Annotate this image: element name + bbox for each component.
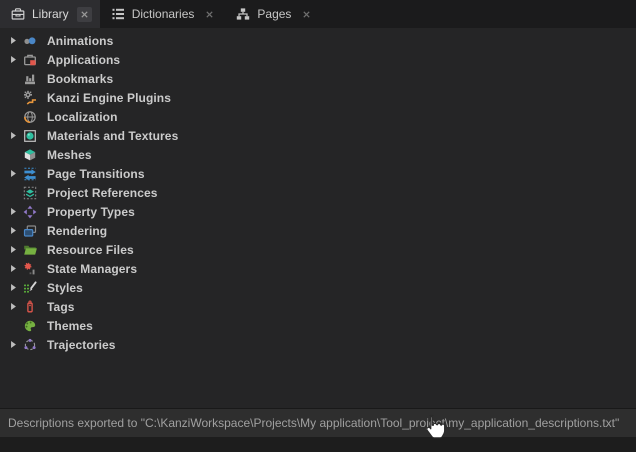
tree-item-label: Resource Files xyxy=(47,243,134,257)
tab-bar: Library Dictionaries xyxy=(0,0,636,28)
expand-arrow-icon[interactable] xyxy=(6,338,20,352)
tree-item-trajectories[interactable]: Trajectories xyxy=(0,335,636,354)
expand-arrow-icon[interactable] xyxy=(6,167,20,181)
trajectories-icon xyxy=(22,337,38,353)
state-managers-icon xyxy=(22,261,38,277)
tree-item-label: Property Types xyxy=(47,205,135,219)
localization-icon xyxy=(22,109,38,125)
tree-item-kanzi-engine-plugins[interactable]: Kanzi Engine Plugins xyxy=(0,88,636,107)
tree-item-label: State Managers xyxy=(47,262,137,276)
tab-label: Pages xyxy=(257,7,291,21)
tree-item-localization[interactable]: Localization xyxy=(0,107,636,126)
expand-arrow-icon[interactable] xyxy=(6,129,20,143)
library-tree: Animations Applications xyxy=(0,28,636,408)
tree-item-label: Rendering xyxy=(47,224,107,238)
expand-arrow-spacer xyxy=(6,91,20,105)
tree-item-state-managers[interactable]: State Managers xyxy=(0,259,636,278)
tree-item-label: Tags xyxy=(47,300,75,314)
tree-item-label: Animations xyxy=(47,34,113,48)
status-message: Descriptions exported to "C:\KanziWorksp… xyxy=(8,416,619,430)
tree-item-property-types[interactable]: Property Types xyxy=(0,202,636,221)
tree-item-label: Meshes xyxy=(47,148,92,162)
library-panel-window: Library Dictionaries xyxy=(0,0,636,452)
project-references-icon xyxy=(22,185,38,201)
tree-item-applications[interactable]: Applications xyxy=(0,50,636,69)
resource-files-icon xyxy=(22,242,38,258)
expand-arrow-spacer xyxy=(6,186,20,200)
expand-arrow-icon[interactable] xyxy=(6,53,20,67)
tree-item-label: Trajectories xyxy=(47,338,116,352)
close-icon[interactable] xyxy=(299,7,314,22)
themes-icon xyxy=(22,318,38,334)
tree-item-themes[interactable]: Themes xyxy=(0,316,636,335)
tree-item-label: Bookmarks xyxy=(47,72,113,86)
rendering-icon xyxy=(22,223,38,239)
materials-textures-icon xyxy=(22,128,38,144)
tree-item-label: Themes xyxy=(47,319,93,333)
tab-label: Library xyxy=(32,7,69,21)
tab-label: Dictionaries xyxy=(132,7,195,21)
bookmarks-icon xyxy=(22,71,38,87)
tab-library[interactable]: Library xyxy=(0,0,100,28)
tree-item-label: Project References xyxy=(47,186,158,200)
tree-item-bookmarks[interactable]: Bookmarks xyxy=(0,69,636,88)
sitemap-icon xyxy=(235,6,251,22)
expand-arrow-spacer xyxy=(6,110,20,124)
property-types-icon xyxy=(22,204,38,220)
tree-item-project-references[interactable]: Project References xyxy=(0,183,636,202)
styles-icon xyxy=(22,280,38,296)
close-icon[interactable] xyxy=(77,7,92,22)
tree-item-label: Page Transitions xyxy=(47,167,145,181)
bottom-strip xyxy=(0,437,636,452)
tree-item-label: Materials and Textures xyxy=(47,129,178,143)
expand-arrow-icon[interactable] xyxy=(6,205,20,219)
expand-arrow-icon[interactable] xyxy=(6,224,20,238)
expand-arrow-spacer xyxy=(6,72,20,86)
expand-arrow-spacer xyxy=(6,319,20,333)
tree-item-materials-and-textures[interactable]: Materials and Textures xyxy=(0,126,636,145)
close-icon[interactable] xyxy=(202,7,217,22)
tab-pages[interactable]: Pages xyxy=(225,0,322,28)
kanzi-engine-plugins-icon xyxy=(22,90,38,106)
applications-icon xyxy=(22,52,38,68)
expand-arrow-icon[interactable] xyxy=(6,262,20,276)
expand-arrow-icon[interactable] xyxy=(6,243,20,257)
tags-icon xyxy=(22,299,38,315)
animations-icon xyxy=(22,33,38,49)
tree-item-meshes[interactable]: Meshes xyxy=(0,145,636,164)
tree-item-rendering[interactable]: Rendering xyxy=(0,221,636,240)
meshes-icon xyxy=(22,147,38,163)
page-transitions-icon xyxy=(22,166,38,182)
tree-item-tags[interactable]: Tags xyxy=(0,297,636,316)
list-icon xyxy=(110,6,126,22)
expand-arrow-icon[interactable] xyxy=(6,281,20,295)
tree-item-resource-files[interactable]: Resource Files xyxy=(0,240,636,259)
tree-item-animations[interactable]: Animations xyxy=(0,31,636,50)
tree-item-label: Localization xyxy=(47,110,118,124)
tree-item-label: Styles xyxy=(47,281,83,295)
tree-item-label: Kanzi Engine Plugins xyxy=(47,91,171,105)
expand-arrow-icon[interactable] xyxy=(6,34,20,48)
status-bar: Descriptions exported to "C:\KanziWorksp… xyxy=(0,408,636,437)
tab-dictionaries[interactable]: Dictionaries xyxy=(100,0,226,28)
tree-item-styles[interactable]: Styles xyxy=(0,278,636,297)
toolbox-icon xyxy=(10,6,26,22)
tree-item-label: Applications xyxy=(47,53,120,67)
tree-item-page-transitions[interactable]: Page Transitions xyxy=(0,164,636,183)
expand-arrow-icon[interactable] xyxy=(6,300,20,314)
expand-arrow-spacer xyxy=(6,148,20,162)
